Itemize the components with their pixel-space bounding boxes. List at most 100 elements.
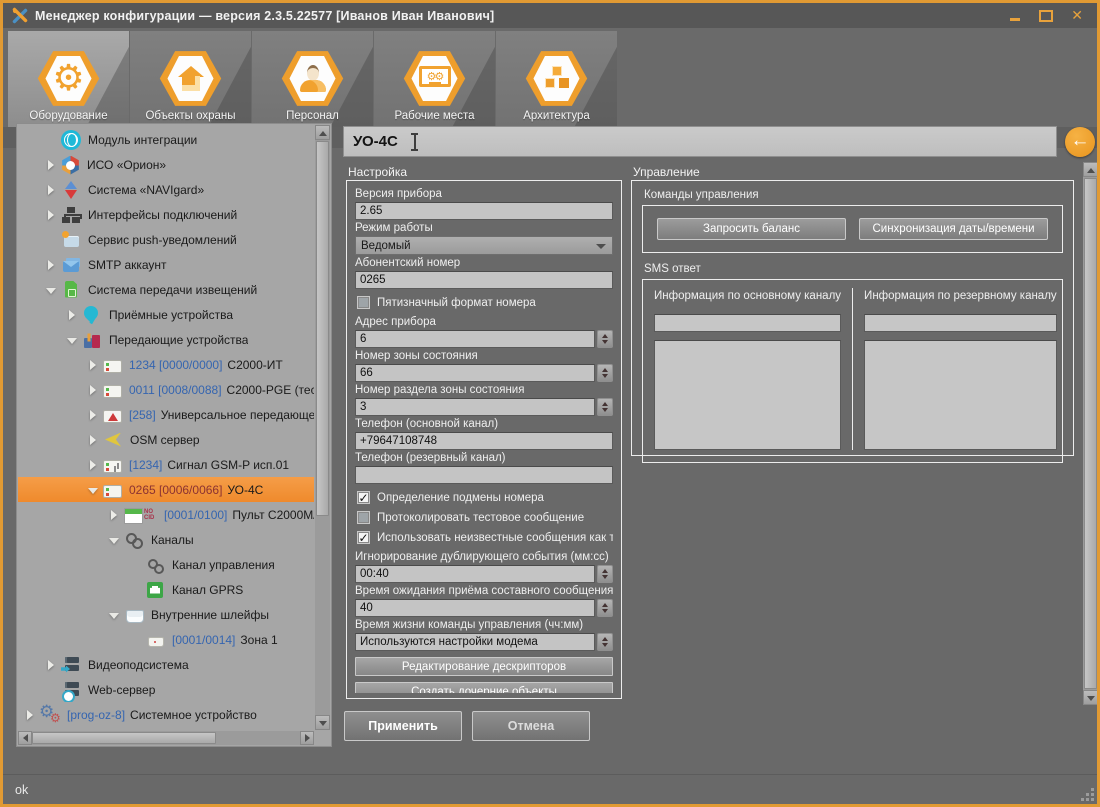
stepper-arrows-icon[interactable] — [597, 330, 613, 348]
combo-box[interactable]: Ведомый — [355, 236, 613, 255]
editor-vertical-scrollbar[interactable] — [1083, 162, 1097, 705]
tree-item[interactable]: Видеоподсистема — [18, 652, 314, 677]
checkbox[interactable] — [357, 296, 370, 309]
stepper-input[interactable]: Используются настройки модема — [355, 633, 595, 651]
tree-horizontal-scrollbar[interactable] — [18, 731, 314, 745]
stepper-arrows-icon[interactable] — [597, 633, 613, 651]
minimize-icon[interactable] — [1009, 8, 1021, 24]
stepper-arrows-icon[interactable] — [597, 364, 613, 382]
tree-item[interactable]: ИСО «Орион» — [18, 152, 314, 177]
stepper-arrows-icon[interactable] — [597, 398, 613, 416]
stepper-input[interactable]: 00:40 — [355, 565, 595, 583]
stepper-arrows-icon[interactable] — [597, 565, 613, 583]
scroll-down-icon[interactable] — [315, 715, 330, 730]
expander-icon[interactable] — [87, 402, 100, 427]
text-input[interactable]: 2.65 — [355, 202, 613, 220]
tree-item[interactable]: Сервис push-уведомлений — [18, 227, 314, 252]
scroll-down-icon[interactable] — [1083, 690, 1097, 705]
command-button[interactable]: Синхронизация даты/времени — [859, 218, 1048, 240]
expander-icon[interactable] — [87, 427, 100, 452]
tree-item[interactable]: OSM сервер — [18, 427, 314, 452]
tree-item[interactable]: 0265 [0006/0066] УО-4С — [18, 477, 314, 502]
tab[interactable]: Персонал — [252, 31, 373, 127]
tree-item[interactable]: Внутренние шлейфы — [18, 602, 314, 627]
expander-icon[interactable] — [129, 552, 142, 577]
checkbox[interactable] — [357, 511, 370, 524]
tree-item[interactable]: Передающие устройства — [18, 327, 314, 352]
tree-item[interactable]: 0011 [0008/0088] C2000-PGE (тест) — [18, 377, 314, 402]
stepper-arrows-icon[interactable] — [597, 599, 613, 617]
tab[interactable]: Объекты охраны — [130, 31, 251, 127]
checkbox-row[interactable]: Протоколировать тестовое сообщение — [357, 511, 613, 524]
apply-button[interactable]: Применить — [344, 711, 462, 741]
tree-item[interactable]: 1234 [0000/0000] С2000-ИТ — [18, 352, 314, 377]
tree-item[interactable]: Канал управления — [18, 552, 314, 577]
tree-item[interactable]: [0001/0100] Пульт С2000М/С2 — [18, 502, 314, 527]
cancel-button[interactable]: Отмена — [472, 711, 590, 741]
expander-icon[interactable] — [66, 327, 79, 352]
stepper-input[interactable]: 66 — [355, 364, 595, 382]
scroll-left-icon[interactable] — [18, 731, 32, 745]
command-button[interactable]: Запросить баланс — [657, 218, 846, 240]
tab[interactable]: Рабочие места — [374, 31, 495, 127]
checkbox-row[interactable]: Определение подмены номера — [357, 491, 613, 504]
tree-item[interactable]: [258] Универсальное передающее уст — [18, 402, 314, 427]
tree-item[interactable]: Интерфейсы подключений — [18, 202, 314, 227]
expander-icon[interactable] — [45, 127, 58, 152]
tree-item[interactable]: Модуль интеграции — [18, 127, 314, 152]
sms-textarea[interactable] — [654, 340, 841, 450]
text-input[interactable]: +79647108748 — [355, 432, 613, 450]
resize-grip-icon[interactable] — [1091, 798, 1094, 801]
checkbox-row[interactable]: Использовать неизвестные сообщения как т… — [357, 531, 613, 544]
expander-icon[interactable] — [108, 502, 121, 527]
tree-vertical-scrollbar[interactable] — [315, 125, 330, 730]
expander-icon[interactable] — [45, 202, 58, 227]
scroll-right-icon[interactable] — [300, 731, 314, 745]
checkbox[interactable] — [357, 491, 370, 504]
form-button[interactable]: Редактирование дескрипторов — [355, 657, 613, 676]
tree-item[interactable]: Каналы — [18, 527, 314, 552]
expander-icon[interactable] — [66, 302, 79, 327]
expander-icon[interactable] — [45, 277, 58, 302]
stepper-input[interactable]: 40 — [355, 599, 595, 617]
expander-icon[interactable] — [45, 177, 58, 202]
scroll-up-icon[interactable] — [315, 125, 330, 140]
close-icon[interactable]: ✕ — [1071, 8, 1083, 24]
checkbox[interactable] — [357, 531, 370, 544]
expander-icon[interactable] — [108, 527, 121, 552]
expander-icon[interactable] — [45, 252, 58, 277]
tree-item[interactable]: Система «NAVIgard» — [18, 177, 314, 202]
tree-item[interactable]: Канал GPRS — [18, 577, 314, 602]
tree-item[interactable]: [0001/0014] Зона 1 — [18, 627, 314, 652]
checkbox-row[interactable]: Пятизначный формат номера — [357, 296, 613, 309]
tree-item[interactable]: [prog-oz-8] Системное устройство — [18, 702, 314, 727]
device-name-input[interactable]: УО-4С — [343, 126, 1057, 157]
tree-item[interactable]: Система передачи извещений — [18, 277, 314, 302]
stepper-input[interactable]: 6 — [355, 330, 595, 348]
back-button[interactable] — [1065, 127, 1095, 157]
expander-icon[interactable] — [45, 152, 58, 177]
tab[interactable]: Архитектура — [496, 31, 617, 127]
text-input[interactable] — [355, 466, 613, 484]
maximize-icon[interactable] — [1039, 8, 1053, 24]
sms-info-input[interactable] — [864, 314, 1057, 332]
expander-icon[interactable] — [45, 652, 58, 677]
scrollbar-thumb[interactable] — [316, 141, 329, 516]
tree-item[interactable]: Приёмные устройства — [18, 302, 314, 327]
sms-info-input[interactable] — [654, 314, 841, 332]
stepper-input[interactable]: 3 — [355, 398, 595, 416]
scroll-up-icon[interactable] — [1083, 162, 1097, 177]
expander-icon[interactable] — [87, 452, 100, 477]
tree-item[interactable]: Web-сервер — [18, 677, 314, 702]
scrollbar-thumb[interactable] — [1084, 178, 1097, 689]
form-button[interactable]: Создать дочерние объекты — [355, 682, 613, 693]
expander-icon[interactable] — [108, 602, 121, 627]
expander-icon[interactable] — [24, 702, 37, 727]
expander-icon[interactable] — [129, 627, 142, 652]
expander-icon[interactable] — [45, 677, 58, 702]
scrollbar-thumb[interactable] — [32, 732, 216, 744]
sms-textarea[interactable] — [864, 340, 1057, 450]
expander-icon[interactable] — [87, 352, 100, 377]
tree-item[interactable]: [1234] Сигнал GSM-P исп.01 — [18, 452, 314, 477]
tab[interactable]: Оборудование — [8, 31, 129, 127]
